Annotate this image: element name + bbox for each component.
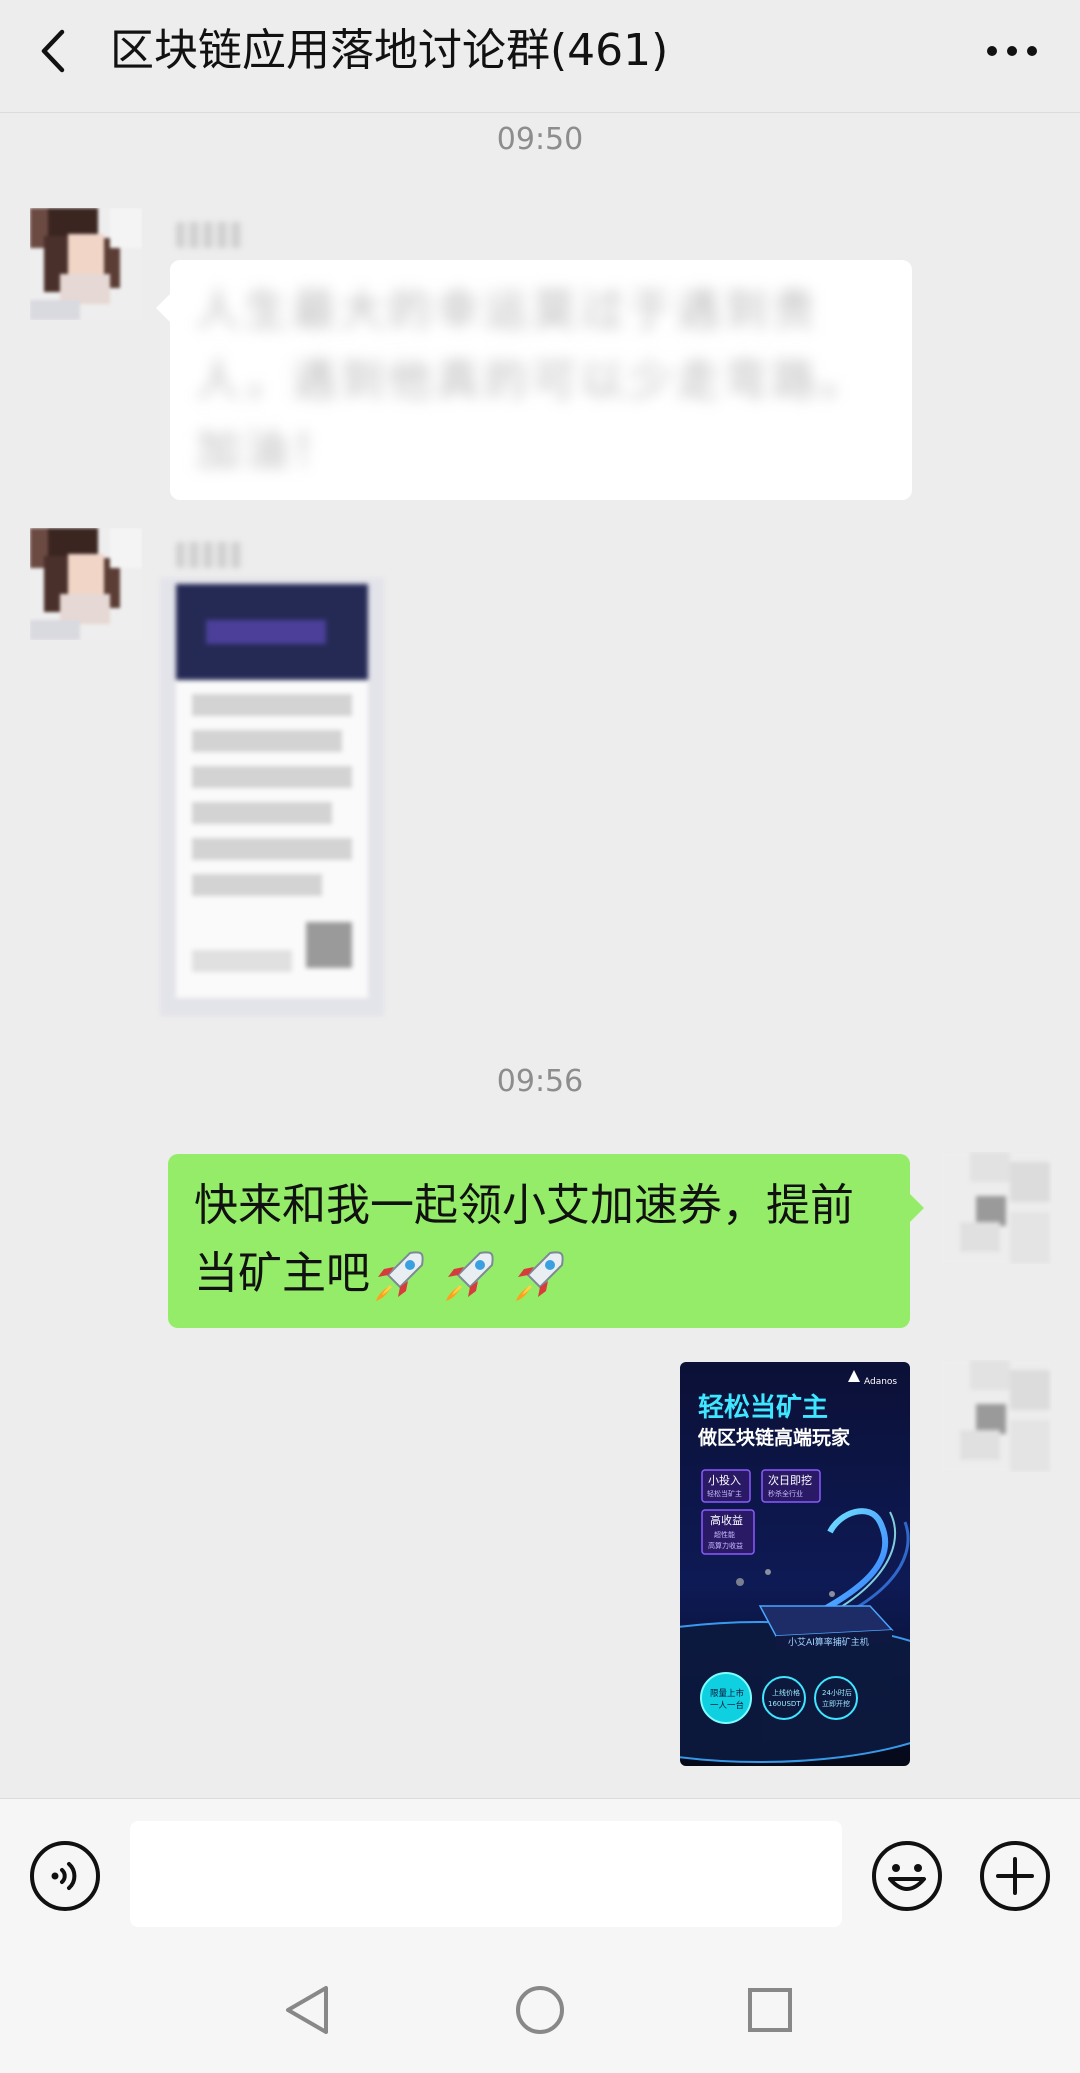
poster-badge-3-line-1: 24小时后 (822, 1688, 852, 1697)
nav-home-icon[interactable] (512, 1982, 568, 2038)
avatar-image (30, 528, 142, 640)
poster-badge-2-line-1: 上线价格 (772, 1688, 800, 1697)
chat-title: 区块链应用落地讨论群(461) (110, 25, 669, 76)
poster-device-label: 小艾AI算率捕矿主机 (788, 1636, 869, 1648)
message-input[interactable] (130, 1821, 842, 1927)
rocket-icon (446, 1251, 494, 1301)
card-body (176, 680, 368, 998)
poster-tag-1-sub: 轻松当矿主 (707, 1489, 742, 1498)
rocket-icon (376, 1251, 424, 1301)
self-avatar[interactable] (940, 1152, 1052, 1264)
poster-tag-3-sub-1: 超性能 (714, 1530, 735, 1539)
message-bubble-self[interactable]: 快来和我一起领小艾加速券，提前 当矿主吧 (168, 1154, 924, 1328)
emoji-icon[interactable] (870, 1839, 944, 1913)
poster-headline-2: 做区块链高端玩家 (697, 1426, 851, 1449)
nav-recents-icon[interactable] (742, 1982, 798, 2038)
avatar-image (30, 208, 142, 320)
poster-badge-1-line-2: 一人一台 (710, 1700, 744, 1711)
message-text-line2: 当矿主吧 (194, 1248, 370, 1299)
card-header (176, 584, 368, 680)
poster-headline-1: 轻松当矿主 (698, 1392, 828, 1423)
shared-image-card[interactable] (160, 578, 384, 1016)
timestamp: 09:50 (496, 122, 584, 157)
chevron-left-icon[interactable] (30, 26, 80, 76)
message-bubble[interactable]: 人生最大的幸运莫过于遇到贵人，遇到他真的可以少走弯路。加油！ (156, 260, 912, 500)
nav-back-icon[interactable] (280, 1982, 336, 2038)
rocket-icon (516, 1251, 564, 1301)
poster-tag-3-sub-2: 高算力收益 (708, 1541, 743, 1550)
avatar[interactable] (30, 528, 142, 640)
chat-header: 区块链应用落地讨论群(461) (0, 0, 1080, 113)
poster-tag-1-title: 小投入 (708, 1473, 741, 1487)
poster-image[interactable]: 小艾AI算率捕矿主机 Adanos 轻松当矿主 做区块链高端玩家 小投入 轻松当… (680, 1362, 910, 1766)
poster-graphic: 小艾AI算率捕矿主机 Adanos 轻松当矿主 做区块链高端玩家 小投入 轻松当… (680, 1362, 910, 1766)
poster-brand: Adanos (864, 1377, 897, 1387)
poster-tag-2-sub: 秒杀全行业 (768, 1489, 803, 1498)
avatar-image (940, 1360, 1052, 1472)
voice-icon[interactable] (28, 1839, 102, 1913)
message-text-line1: 快来和我一起领小艾加速券，提前 (194, 1180, 854, 1231)
poster-badge-1-line-1: 限量上市 (710, 1688, 745, 1699)
message-text: 人生最大的幸运莫过于遇到贵人，遇到他真的可以少走弯路。加油！ (196, 285, 868, 476)
message-text: 快来和我一起领小艾加速券，提前 当矿主吧 (194, 1172, 894, 1308)
sender-name (176, 222, 242, 248)
plus-icon[interactable] (978, 1839, 1052, 1913)
avatar[interactable] (30, 208, 142, 320)
timestamp: 09:56 (496, 1064, 584, 1099)
system-nav-bar (0, 1938, 1080, 2073)
input-bar (0, 1798, 1080, 1939)
poster-badge-3-line-2: 立即开挖 (822, 1699, 850, 1708)
avatar-image (940, 1152, 1052, 1264)
sender-name (176, 542, 242, 568)
self-avatar[interactable] (940, 1360, 1052, 1472)
more-dots-icon[interactable] (984, 38, 1040, 64)
poster-tag-3-title: 高收益 (710, 1513, 743, 1527)
poster-tag-2-title: 次日即挖 (768, 1473, 812, 1487)
poster-badge-2-line-2: 160USDT (768, 1700, 801, 1708)
rocket-emojis (370, 1247, 580, 1305)
